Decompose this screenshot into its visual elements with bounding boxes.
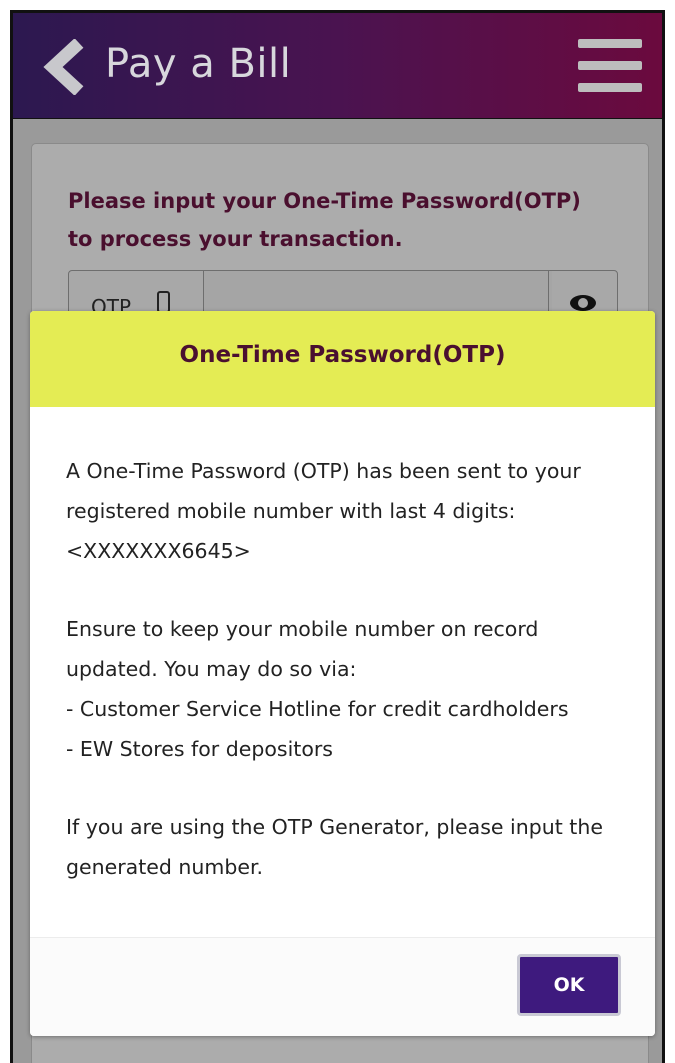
dialog-title: One-Time Password(OTP) xyxy=(179,342,506,368)
phone-icon xyxy=(157,291,170,313)
otp-generator-message: If you are using the OTP Generator, plea… xyxy=(66,815,603,879)
chevron-left-icon xyxy=(43,38,84,96)
masked-mobile-number: <XXXXXXX6645> xyxy=(66,539,251,563)
app-header: Pay a Bill xyxy=(13,13,662,119)
menu-bar xyxy=(578,39,642,48)
app-screen: Pay a Bill Please input your One-Time Pa… xyxy=(10,10,665,1063)
otp-sent-message: A One-Time Password (OTP) has been sent … xyxy=(66,459,581,523)
otp-instruction: Please input your One-Time Password(OTP)… xyxy=(68,189,581,251)
menu-bar xyxy=(578,61,642,70)
dialog-footer: OK xyxy=(30,937,655,1036)
update-mobile-message: Ensure to keep your mobile number on rec… xyxy=(66,617,539,681)
eye-icon xyxy=(570,295,596,311)
menu-bar xyxy=(578,83,642,92)
page-title: Pay a Bill xyxy=(105,41,292,87)
dialog-header: One-Time Password(OTP) xyxy=(30,311,655,407)
stores-option: - EW Stores for depositors xyxy=(66,737,333,761)
dialog-body: A One-Time Password (OTP) has been sent … xyxy=(66,451,626,887)
back-button[interactable] xyxy=(41,38,91,96)
ok-button[interactable]: OK xyxy=(517,954,621,1016)
hamburger-menu-icon[interactable] xyxy=(578,39,642,93)
hotline-option: - Customer Service Hotline for credit ca… xyxy=(66,697,569,721)
otp-dialog: One-Time Password(OTP) A One-Time Passwo… xyxy=(30,311,655,1036)
